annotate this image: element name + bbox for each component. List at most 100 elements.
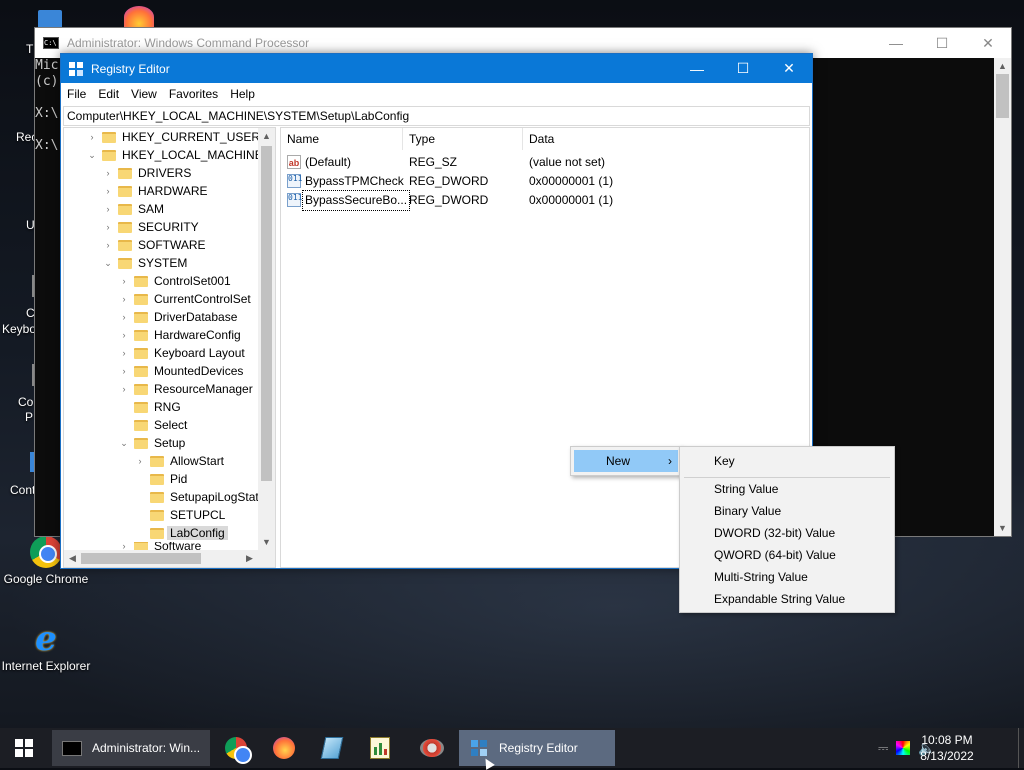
tree-item-controlset001[interactable]: › ControlSet001 [118,272,231,290]
scroll-up-arrow-icon[interactable]: ▲ [258,128,275,145]
expand-chevron-icon[interactable]: › [86,128,98,146]
show-desktop-button[interactable] [1018,728,1024,768]
tree-item-setup[interactable]: ⌄ Setup [118,434,185,452]
collapse-chevron-icon[interactable]: ⌄ [118,434,130,452]
taskbar-firefox[interactable] [262,728,306,768]
submenu-item-expandable-string-value[interactable]: Expandable String Value [680,588,894,610]
cmd-scrollbar[interactable]: ▲ ▼ [994,58,1011,536]
scroll-down-arrow-icon[interactable]: ▼ [258,534,275,551]
cmd-close-button[interactable]: ✕ [965,28,1011,58]
collapse-chevron-icon[interactable]: ⌄ [86,146,98,164]
scroll-thumb[interactable] [81,553,201,564]
tree-item-software-sub[interactable]: › Software [118,542,201,550]
desktop-label-partial-8: Cont [10,483,36,497]
scroll-right-arrow-icon[interactable]: ▶ [241,550,258,567]
submenu-item-qword-value[interactable]: QWORD (64-bit) Value [680,544,894,566]
scroll-thumb[interactable] [996,74,1009,118]
desktop-icon-internet-explorer[interactable]: e Internet Explorer [0,622,92,673]
tree-item-select[interactable]: Select [118,416,187,434]
expand-chevron-icon[interactable]: › [118,380,130,398]
expand-chevron-icon[interactable]: › [118,326,130,344]
menu-favorites[interactable]: Favorites [163,83,224,105]
value-row[interactable]: ab (Default) REG_SZ (value not set) [281,153,809,172]
column-header-name[interactable]: Name [281,128,403,150]
tree-item-currentcontrolset[interactable]: › CurrentControlSet [118,290,251,308]
tree-vertical-scrollbar[interactable]: ▲ ▼ [258,128,275,551]
regedit-minimize-button[interactable]: — [674,54,720,83]
submenu-item-multi-string-value[interactable]: Multi-String Value [680,566,894,588]
scroll-left-arrow-icon[interactable]: ◀ [64,550,81,567]
tree-item-hkey-current-user[interactable]: › HKEY_CURRENT_USER [86,128,261,146]
tree-item-setupapilogstatus[interactable]: SetupapiLogStatu [134,488,265,506]
menu-edit[interactable]: Edit [92,83,125,105]
color-app-icon[interactable] [896,741,911,755]
submenu-item-key[interactable]: Key [680,450,894,472]
tree-item-driverdatabase[interactable]: › DriverDatabase [118,308,238,326]
expand-chevron-icon[interactable]: › [118,362,130,380]
regedit-close-button[interactable]: ✕ [766,54,812,83]
tree-item-hardwareconfig[interactable]: › HardwareConfig [118,326,241,344]
expand-chevron-icon[interactable]: › [118,290,130,308]
address-bar[interactable]: Computer\HKEY_LOCAL_MACHINE\SYSTEM\Setup… [63,106,810,126]
cmd-minimize-button[interactable]: — [873,28,919,58]
tree-item-setupcl[interactable]: SETUPCL [134,506,225,524]
tree-item-pid[interactable]: Pid [134,470,187,488]
folder-icon [134,311,148,323]
folder-icon [102,149,116,161]
menu-item-new[interactable]: New › [574,450,678,472]
scroll-down-arrow-icon[interactable]: ▼ [994,520,1011,536]
desktop-icon-firefox[interactable] [124,6,154,28]
context-menu[interactable]: New › [570,446,682,476]
start-button[interactable] [0,728,48,768]
tree-item-rng[interactable]: RNG [118,398,181,416]
collapse-chevron-icon[interactable]: ⌄ [102,254,114,272]
expand-chevron-icon[interactable]: › [102,182,114,200]
regedit-titlebar[interactable]: Registry Editor — ☐ ✕ [61,54,812,83]
network-icon[interactable]: ⎓ [878,740,888,756]
taskbar-item-cmd[interactable]: Administrator: Win... [52,730,210,766]
taskbar-app-notebook[interactable] [310,728,354,768]
tree-item-sam[interactable]: › SAM [102,200,165,218]
tree-item-software[interactable]: › SOFTWARE [102,236,206,254]
scroll-thumb[interactable] [261,146,272,481]
tree-item-resourcemanager[interactable]: › ResourceManager [118,380,253,398]
value-row-focused[interactable]: 011 BypassSecureBo... REG_DWORD 0x000000… [281,190,809,211]
expand-chevron-icon[interactable]: › [134,452,146,470]
menu-view[interactable]: View [125,83,163,105]
taskbar-chrome[interactable] [214,728,258,768]
new-submenu[interactable]: Key String Value Binary Value DWORD (32-… [679,446,895,613]
expand-chevron-icon[interactable]: › [102,200,114,218]
submenu-item-string-value[interactable]: String Value [680,478,894,500]
tree-item-drivers[interactable]: › DRIVERS [102,164,192,182]
column-header-data[interactable]: Data [523,128,809,150]
tree-item-labconfig[interactable]: LabConfig [134,524,228,542]
menu-help[interactable]: Help [224,83,261,105]
expand-chevron-icon[interactable]: › [118,308,130,326]
key-tree-pane[interactable]: › HKEY_CURRENT_USER ⌄ HKEY_LOCAL_MACHINE ›… [63,127,276,568]
taskbar-app-chart[interactable] [358,728,402,768]
tree-item-mounteddevices[interactable]: › MountedDevices [118,362,244,380]
tree-item-hardware[interactable]: › HARDWARE [102,182,208,200]
menu-file[interactable]: File [61,83,92,105]
value-row[interactable]: 011 BypassTPMCheck REG_DWORD 0x00000001 … [281,172,809,191]
tree-item-system[interactable]: ⌄ SYSTEM [102,254,187,272]
submenu-item-dword-value[interactable]: DWORD (32-bit) Value [680,522,894,544]
tree-item-keyboard-layout[interactable]: › Keyboard Layout [118,344,245,362]
expand-chevron-icon[interactable]: › [102,218,114,236]
cmd-maximize-button[interactable]: ☐ [919,28,965,58]
expand-chevron-icon[interactable]: › [102,236,114,254]
submenu-item-binary-value[interactable]: Binary Value [680,500,894,522]
taskbar-app-disk[interactable] [408,728,456,768]
column-header-type[interactable]: Type [403,128,523,150]
scroll-up-arrow-icon[interactable]: ▲ [994,58,1011,74]
tree-item-allowstart[interactable]: › AllowStart [134,452,225,470]
taskbar-clock[interactable]: 10:08 PM 8/13/2022 [912,732,982,764]
tree-item-security[interactable]: › SECURITY [102,218,199,236]
regedit-maximize-button[interactable]: ☐ [720,54,766,83]
expand-chevron-icon[interactable]: › [102,164,114,182]
expand-chevron-icon[interactable]: › [118,344,130,362]
tree-horizontal-scrollbar[interactable]: ◀ ▶ [64,550,275,567]
tree-item-hkey-local-machine[interactable]: ⌄ HKEY_LOCAL_MACHINE [86,146,263,164]
expand-chevron-icon[interactable]: › [118,542,130,550]
expand-chevron-icon[interactable]: › [118,272,130,290]
